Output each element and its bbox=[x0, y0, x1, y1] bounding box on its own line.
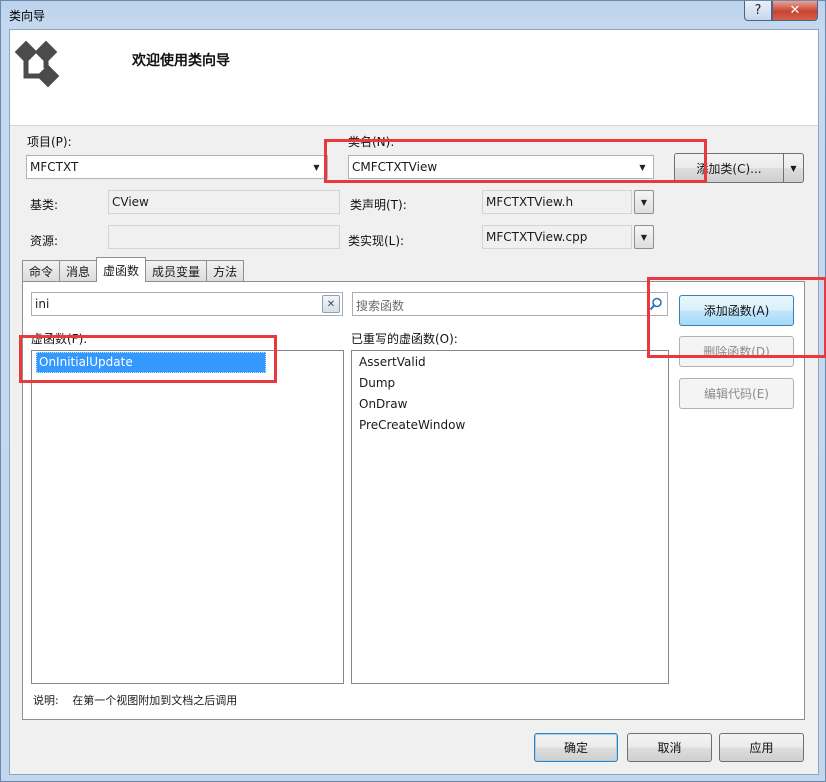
virtual-functions-label: 虚函数(F): bbox=[31, 332, 88, 346]
base-class-label: 基类: bbox=[30, 198, 59, 212]
search-functions-input[interactable]: 搜索函数 bbox=[352, 292, 668, 316]
class-implementation-field: MFCTXTView.cpp bbox=[482, 225, 632, 249]
dialog-client: 欢迎使用类向导 项目(P): MFCTXT ▼ 类名(N): CMFCTXTVi… bbox=[9, 29, 819, 775]
class-implementation-label: 类实现(L): bbox=[348, 234, 405, 248]
base-class-field: CView bbox=[108, 190, 340, 214]
description-text: 在第一个视图附加到文档之后调用 bbox=[72, 694, 238, 707]
project-combo[interactable]: MFCTXT ▼ bbox=[26, 155, 328, 179]
chevron-down-icon[interactable]: ▼ bbox=[307, 157, 326, 177]
apply-button[interactable]: 应用 bbox=[719, 733, 804, 762]
virtual-functions-page: ini ✕ 搜索函数 虚函数(F): OnInitialUpdate 已重写的虚… bbox=[22, 281, 805, 720]
edit-code-button[interactable]: 编辑代码(E) bbox=[679, 378, 794, 409]
filter-input[interactable]: ini ✕ bbox=[31, 292, 343, 316]
class-name-value: CMFCTXTView bbox=[352, 160, 438, 174]
welcome-heading: 欢迎使用类向导 bbox=[132, 53, 230, 69]
description-label: 说明: bbox=[33, 694, 59, 707]
list-item[interactable]: OnInitialUpdate bbox=[36, 352, 266, 373]
dialog-window: 类向导 ? ✕ 欢迎使用类向导 项目(P): MFCTXT ▼ 类名(N): C… bbox=[0, 0, 826, 782]
header-banner: 欢迎使用类向导 bbox=[10, 30, 818, 126]
resource-label: 资源: bbox=[30, 234, 59, 248]
list-item[interactable]: PreCreateWindow bbox=[352, 416, 668, 437]
list-item[interactable]: Dump bbox=[352, 374, 668, 395]
class-name-label: 类名(N): bbox=[348, 135, 395, 149]
project-value: MFCTXT bbox=[30, 160, 79, 174]
chevron-down-icon[interactable]: ▼ bbox=[634, 225, 654, 249]
virtual-functions-list[interactable]: OnInitialUpdate bbox=[31, 350, 344, 684]
class-wizard-logo-icon bbox=[14, 40, 60, 88]
list-item[interactable]: AssertValid bbox=[352, 353, 668, 374]
overridden-functions-list[interactable]: AssertValid Dump OnDraw PreCreateWindow bbox=[351, 350, 669, 684]
tab-strip: 命令 消息 虚函数 成员变量 方法 bbox=[22, 257, 245, 282]
help-button[interactable]: ? bbox=[744, 1, 772, 21]
tab-commands[interactable]: 命令 bbox=[22, 260, 61, 282]
search-icon[interactable] bbox=[647, 295, 665, 313]
tab-virtual-functions[interactable]: 虚函数 bbox=[96, 257, 147, 282]
search-placeholder: 搜索函数 bbox=[356, 299, 405, 313]
cancel-button[interactable]: 取消 bbox=[627, 733, 712, 762]
tab-methods[interactable]: 方法 bbox=[206, 260, 245, 282]
class-declaration-field: MFCTXTView.h bbox=[482, 190, 632, 214]
add-function-button[interactable]: 添加函数(A) bbox=[679, 295, 794, 326]
tab-member-variables[interactable]: 成员变量 bbox=[145, 260, 208, 282]
chevron-down-icon[interactable]: ▼ bbox=[634, 190, 654, 214]
filter-value: ini bbox=[35, 297, 50, 311]
chevron-down-icon[interactable]: ▼ bbox=[633, 157, 652, 177]
chevron-down-icon[interactable]: ▼ bbox=[783, 153, 804, 183]
delete-function-button[interactable]: 删除函数(D) bbox=[679, 336, 794, 367]
class-name-combo[interactable]: CMFCTXTView ▼ bbox=[348, 155, 654, 179]
close-button[interactable]: ✕ bbox=[772, 1, 818, 21]
window-title: 类向导 bbox=[9, 9, 46, 23]
resource-field bbox=[108, 225, 340, 249]
project-label: 项目(P): bbox=[27, 135, 72, 149]
overridden-functions-label: 已重写的虚函数(O): bbox=[351, 332, 458, 346]
list-item[interactable]: OnDraw bbox=[352, 395, 668, 416]
ok-button[interactable]: 确定 bbox=[534, 733, 618, 762]
tab-messages[interactable]: 消息 bbox=[59, 260, 98, 282]
add-class-split-button[interactable]: 添加类(C)... ▼ bbox=[674, 153, 804, 183]
class-declaration-label: 类声明(T): bbox=[350, 198, 407, 212]
clear-icon[interactable]: ✕ bbox=[322, 295, 340, 313]
add-class-button[interactable]: 添加类(C)... bbox=[674, 153, 784, 183]
description: 说明: 在第一个视图附加到文档之后调用 bbox=[33, 692, 247, 708]
